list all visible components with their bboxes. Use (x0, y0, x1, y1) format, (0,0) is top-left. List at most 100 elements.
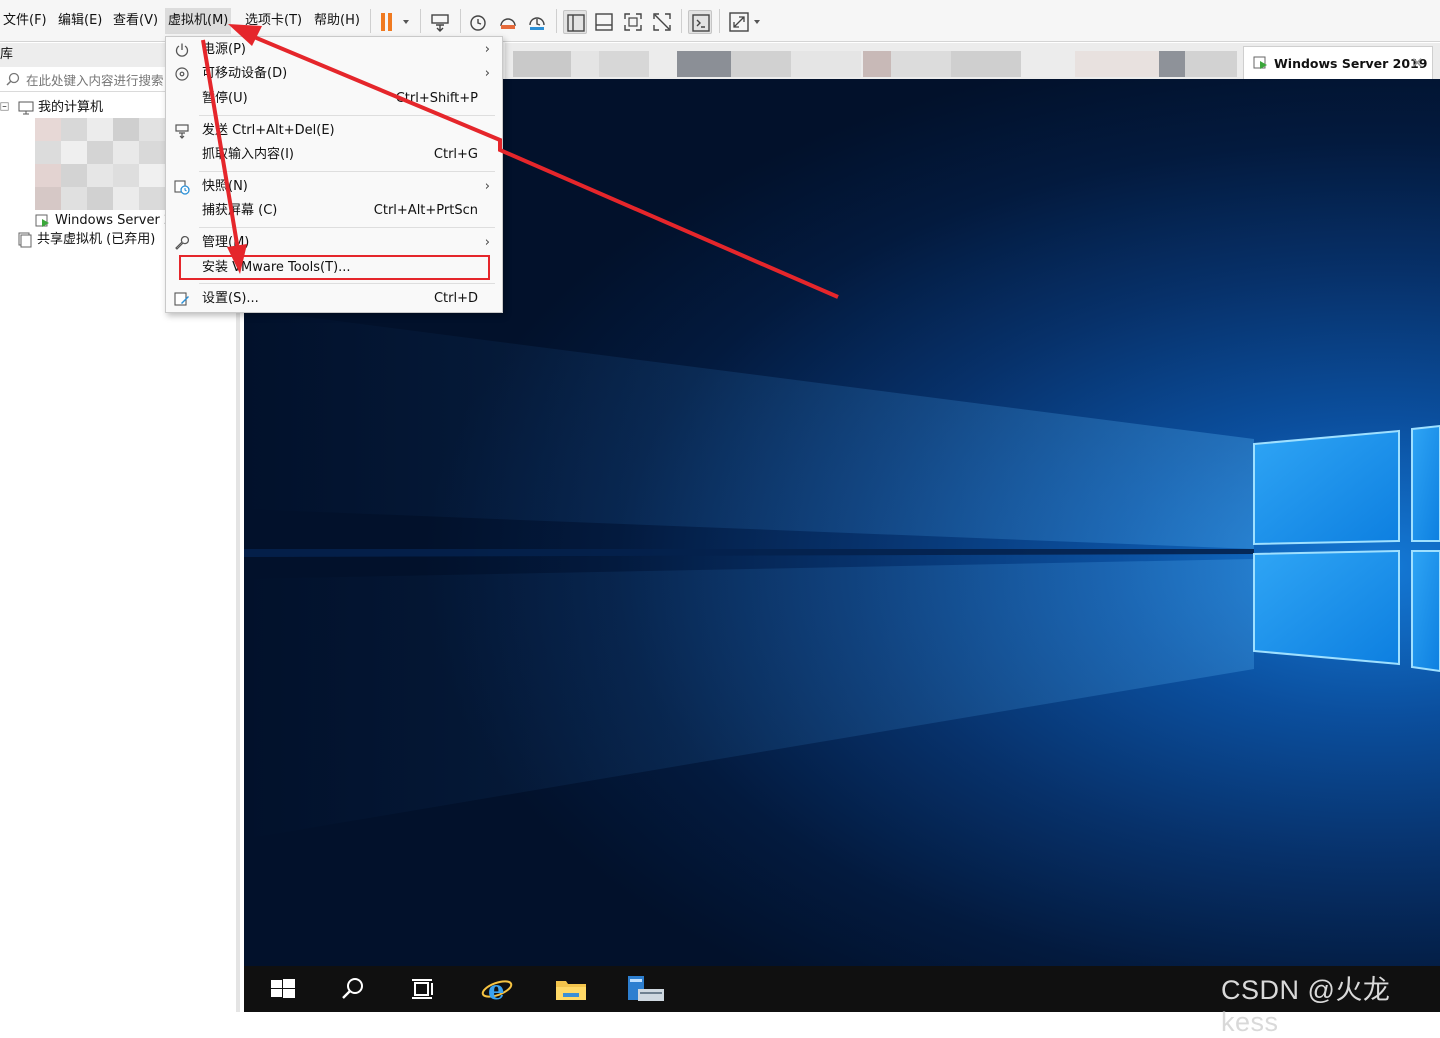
annotation-highlight-box (179, 255, 490, 280)
menu-item-pause[interactable]: 暂停(U) Ctrl+Shift+P (166, 87, 502, 111)
menu-item-label: 电源(P) (202, 42, 246, 57)
pause-button[interactable] (378, 10, 414, 34)
bottom-bar-layout-icon (595, 13, 613, 31)
tab-windows-server-2019[interactable]: Windows Server 2019 ✕ (1243, 46, 1433, 79)
folder-icon (556, 981, 586, 1000)
menu-item-label: 暂停(U) (202, 91, 248, 106)
disc-icon (175, 67, 189, 81)
menu-item-label: 设置(S)... (202, 291, 259, 306)
revert-snapshot-button[interactable] (496, 10, 520, 34)
redacted-tab (951, 51, 1021, 77)
menu-item-capture-screen[interactable]: 捕获屏幕 (C) Ctrl+Alt+PrtScn (166, 199, 502, 223)
revert-snapshot-icon (500, 18, 516, 29)
menu-separator (199, 115, 495, 116)
internet-explorer-icon: e (481, 976, 513, 1006)
menu-item-label: 可移动设备(D) (202, 66, 288, 81)
unity-button[interactable] (650, 10, 674, 34)
vm-running-icon (1253, 56, 1267, 69)
redacted-tab (599, 51, 649, 77)
snapshot-manager-button[interactable] (525, 10, 549, 34)
server-manager-button[interactable] (626, 974, 666, 1004)
settings-icon (174, 292, 189, 306)
close-tab-icon[interactable]: ✕ (1411, 54, 1424, 72)
submenu-chevron-icon: › (484, 66, 490, 81)
sidebar-layout-icon (567, 14, 585, 32)
snapshot-clock-icon (470, 15, 486, 31)
submenu-chevron-icon: › (484, 179, 490, 194)
menu-item-grab-input[interactable]: 抓取输入内容(I) Ctrl+G (166, 143, 502, 167)
redacted-tab (1159, 51, 1185, 77)
collapse-toggle-icon[interactable] (0, 101, 12, 114)
menu-item-removable-devices[interactable]: 可移动设备(D) › (166, 62, 502, 86)
search-icon (342, 978, 363, 999)
snapshot-icon (174, 180, 190, 195)
toolbar-separator (719, 9, 720, 33)
menu-item-snapshot[interactable]: 快照(N) › (166, 175, 502, 199)
full-screen-button[interactable] (621, 10, 645, 34)
menu-item-label: 快照(N) (202, 179, 248, 194)
menu-item-manage[interactable]: 管理(M) › (166, 231, 502, 255)
menu-edit[interactable]: 编辑(E) (55, 8, 105, 34)
menu-item-send-ctrl-alt-del[interactable]: 发送 Ctrl+Alt+Del(E) (166, 119, 502, 143)
internet-explorer-button[interactable]: e (480, 974, 514, 1006)
snapshot-manager-icon (529, 17, 545, 30)
menu-separator (199, 283, 495, 284)
file-explorer-button[interactable] (554, 974, 588, 1004)
power-icon (175, 43, 189, 57)
console-view-button[interactable] (688, 10, 712, 34)
vm-running-icon (35, 214, 49, 227)
menu-item-label: 抓取输入内容(I) (202, 147, 294, 162)
menu-item-label: 管理(M) (202, 235, 250, 250)
search-icon (6, 72, 20, 86)
snapshot-button[interactable] (466, 10, 490, 34)
tab-title: Windows Server 2019 (1274, 56, 1428, 71)
menu-item-shortcut: Ctrl+G (433, 147, 478, 162)
stretch-view-button[interactable] (727, 10, 765, 34)
stretch-icon (729, 12, 760, 32)
watermark-text: CSDN @火龙kess (1221, 975, 1391, 1037)
redacted-tab (891, 51, 951, 77)
svg-text:e: e (488, 976, 505, 1004)
menu-item-power[interactable]: 电源(P) › (166, 38, 502, 62)
send-keys-icon (175, 124, 189, 139)
menu-item-shortcut: Ctrl+Alt+PrtScn (373, 203, 478, 218)
windows-logo-icon (271, 979, 295, 998)
menu-view[interactable]: 查看(V) (110, 8, 161, 34)
redacted-tab (513, 51, 571, 77)
start-button[interactable] (266, 974, 300, 1004)
menu-item-settings[interactable]: 设置(S)... Ctrl+D (166, 287, 502, 311)
tree-label-shared-vms: 共享虚拟机 (已弃用) (37, 232, 156, 247)
send-keys-icon (431, 14, 449, 32)
redacted-tree-items (35, 118, 165, 210)
redacted-tab (1075, 51, 1159, 77)
shared-vm-icon (18, 232, 32, 247)
redacted-tab (731, 51, 791, 77)
menu-tabs[interactable]: 选项卡(T) (242, 8, 305, 34)
redacted-tab (571, 51, 599, 77)
menu-file[interactable]: 文件(F) (0, 8, 50, 34)
search-button[interactable] (336, 974, 370, 1004)
toolbar-separator (370, 9, 371, 33)
tree-item-my-computer[interactable]: 我的计算机 (0, 98, 103, 118)
tree-label-my-computer: 我的计算机 (38, 100, 104, 115)
menu-item-shortcut: Ctrl+Shift+P (395, 91, 478, 106)
toolbar-separator (556, 9, 557, 33)
computer-icon (18, 101, 34, 114)
redacted-tab (1185, 51, 1237, 77)
show-library-button[interactable] (563, 10, 587, 34)
toolbar-separator (460, 9, 461, 33)
tree-item-shared-vms[interactable]: 共享虚拟机 (已弃用) (17, 230, 155, 250)
menu-item-shortcut: Ctrl+D (433, 291, 478, 306)
send-ctrl-alt-del-button[interactable] (428, 10, 452, 34)
menu-separator (199, 227, 495, 228)
terminal-icon (692, 14, 710, 32)
submenu-chevron-icon: › (484, 235, 490, 250)
toolbar-separator (420, 9, 421, 33)
thumbnail-bar-button[interactable] (592, 10, 616, 34)
menu-help[interactable]: 帮助(H) (311, 8, 363, 34)
menu-separator (199, 171, 495, 172)
menu-vm[interactable]: 虚拟机(M) (165, 8, 232, 34)
redacted-tab (791, 51, 861, 77)
task-view-button[interactable] (406, 974, 440, 1004)
full-screen-icon (624, 13, 642, 31)
